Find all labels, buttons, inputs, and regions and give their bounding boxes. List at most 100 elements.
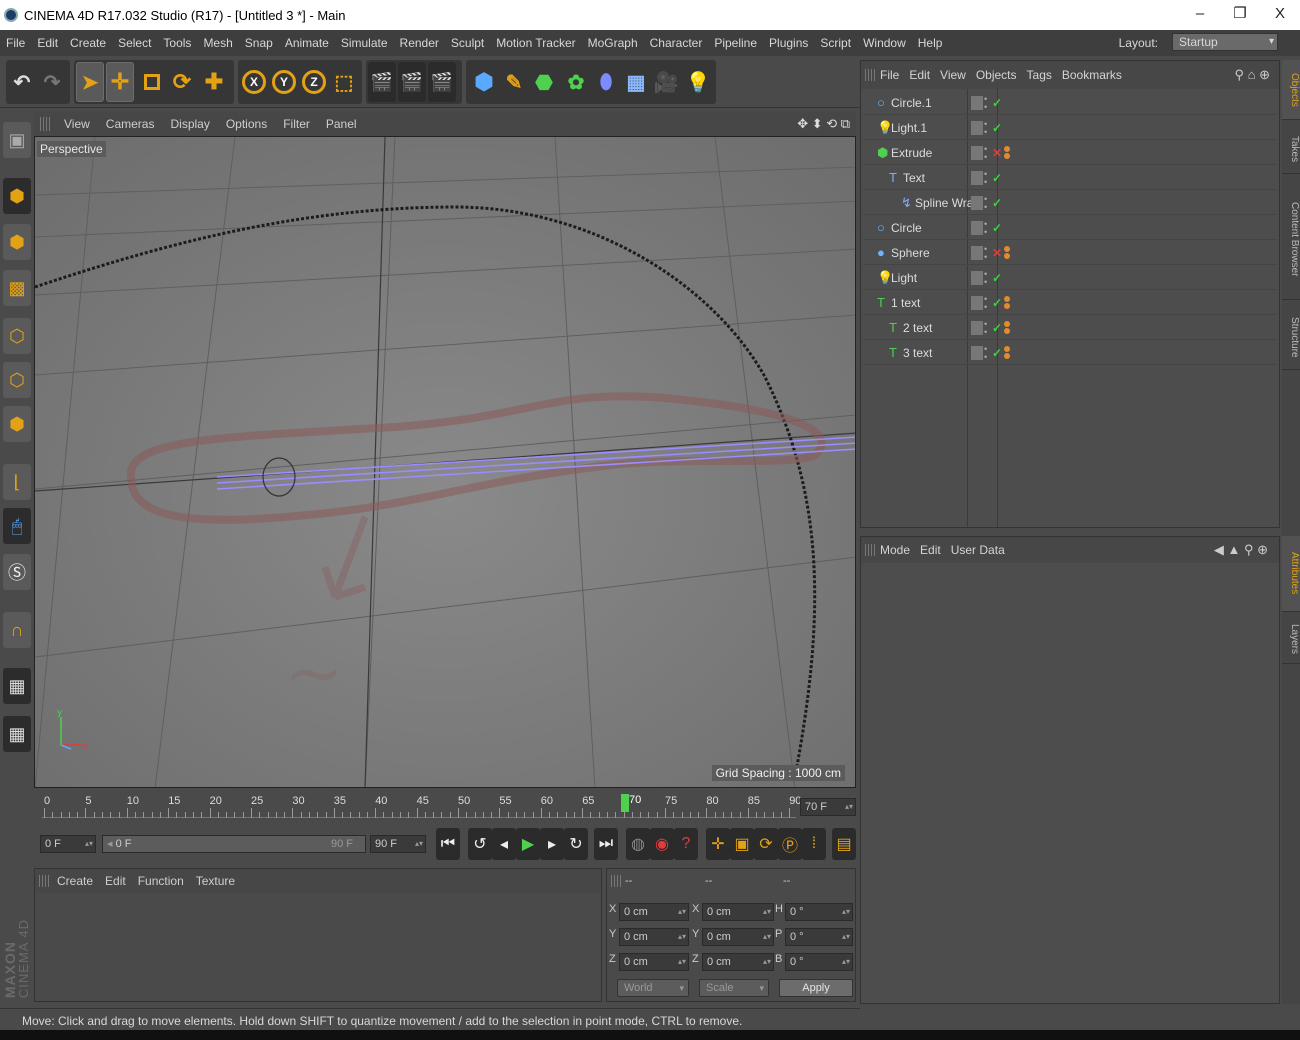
viewport-menu-display[interactable]: Display [162, 117, 217, 131]
rotation-b-field[interactable]: 0 ° ▴▾ [785, 953, 853, 971]
panel-drag-handle[interactable] [40, 117, 50, 131]
menu-create[interactable]: Create [64, 36, 112, 50]
menu-script[interactable]: Script [814, 36, 857, 50]
object-row[interactable]: T 3 text • • ✓ [863, 341, 1277, 365]
snap-enable-icon[interactable]: Ⓢ [3, 554, 31, 590]
next-key-icon[interactable]: ↻ [564, 828, 588, 860]
enable-toggle-icon[interactable]: ✕ [992, 246, 1002, 260]
panel-drag-handle[interactable] [865, 544, 875, 556]
scale-tool-icon[interactable] [138, 62, 166, 102]
restore-button[interactable]: ❐ [1230, 4, 1250, 24]
menu-edit[interactable]: Edit [31, 36, 64, 50]
menu-snap[interactable]: Snap [239, 36, 279, 50]
position-y-field[interactable]: 0 cm ▴▾ [619, 928, 689, 946]
objects-menu-objects[interactable]: Objects [971, 68, 1022, 82]
points-mode-icon[interactable]: ⬡ [3, 318, 31, 354]
enable-toggle-icon[interactable]: ✓ [992, 121, 1002, 135]
visibility-dots-icon[interactable]: • • [984, 194, 987, 211]
record-keys-icon[interactable]: ◍ [626, 828, 650, 860]
material-menu-edit[interactable]: Edit [99, 874, 132, 888]
cube-object-icon[interactable]: ⬢ [470, 62, 498, 102]
axis-mode-icon[interactable]: ⌊ [3, 464, 31, 500]
select-arrow-icon[interactable]: ➤ [76, 62, 104, 102]
visibility-dots-icon[interactable]: • • [984, 319, 987, 336]
coordinate-system-dropdown[interactable]: World ▾ [617, 979, 689, 997]
visibility-dots-icon[interactable]: • • [984, 169, 987, 186]
play-icon[interactable]: ▶ [516, 828, 540, 860]
go-to-end-icon[interactable]: ⏭ [594, 828, 618, 860]
object-row[interactable]: ● Sphere • • ✕ [863, 241, 1277, 265]
visibility-dots-icon[interactable]: • • [984, 119, 987, 136]
tab-content-browser[interactable]: Content Browser [1282, 180, 1300, 300]
enable-toggle-icon[interactable]: ✕ [992, 146, 1002, 160]
playhead[interactable] [621, 794, 629, 812]
previous-frame-icon[interactable]: ◂ [492, 828, 516, 860]
timeline-ruler[interactable]: 051015202530354045505560657075808590 70 … [34, 790, 856, 824]
floor-scene-icon[interactable]: ▦ [622, 62, 650, 102]
visibility-dots-icon[interactable]: • • [984, 269, 987, 286]
layout-select[interactable]: Startup [1172, 33, 1278, 51]
panel-drag-handle[interactable] [611, 875, 621, 887]
layer-swatch[interactable] [971, 346, 983, 360]
menu-tools[interactable]: Tools [157, 36, 197, 50]
material-menu-function[interactable]: Function [132, 874, 190, 888]
rotation-p-field[interactable]: 0 ° ▴▾ [785, 928, 853, 946]
menu-file[interactable]: File [0, 36, 31, 50]
object-row[interactable]: ↯ Spline Wrap • • ✓ [863, 191, 1277, 215]
menu-motion-tracker[interactable]: Motion Tracker [490, 36, 581, 50]
attributes-menu-mode[interactable]: Mode [875, 543, 915, 557]
pen-spline-icon[interactable]: ✎ [500, 62, 528, 102]
menu-mograph[interactable]: MoGraph [582, 36, 644, 50]
objects-search-icon[interactable]: ⚲ ⌂ ⊕ [1230, 67, 1276, 83]
phong-tag-icon[interactable] [1003, 245, 1011, 260]
size-x-field[interactable]: 0 cm ▴▾ [702, 903, 774, 921]
apply-button[interactable]: Apply [779, 979, 853, 997]
key-rotation-icon[interactable]: ⟳ [754, 828, 778, 860]
enable-toggle-icon[interactable]: ✓ [992, 96, 1002, 110]
menu-pipeline[interactable]: Pipeline [708, 36, 763, 50]
next-frame-icon[interactable]: ▸ [540, 828, 564, 860]
workplane-mode-icon[interactable]: ▩ [3, 270, 31, 306]
visibility-dots-icon[interactable]: • • [984, 144, 987, 161]
phong-tag-icon[interactable] [1003, 145, 1011, 160]
phong-tag-icon[interactable] [1003, 345, 1011, 360]
visibility-dots-icon[interactable]: • • [984, 244, 987, 261]
layer-swatch[interactable] [971, 146, 983, 160]
viewport-menu-cameras[interactable]: Cameras [98, 117, 163, 131]
subdivision-icon[interactable]: ⬣ [530, 62, 558, 102]
material-menu-texture[interactable]: Texture [190, 874, 241, 888]
move-tool-icon[interactable]: ✛ [106, 62, 134, 102]
tab-layers[interactable]: Layers [1282, 616, 1300, 664]
viewport-menu-filter[interactable]: Filter [275, 117, 318, 131]
camera-icon[interactable]: 🎥 [652, 62, 680, 102]
deformer-icon[interactable]: ⬮ [592, 62, 620, 102]
minimize-button[interactable]: – [1190, 4, 1210, 24]
coordinate-system-icon[interactable]: ⬚ [330, 62, 358, 102]
viewport-menu-panel[interactable]: Panel [318, 117, 365, 131]
rotation-h-field[interactable]: 0 ° ▴▾ [785, 903, 853, 921]
render-view-icon[interactable]: 🎬 [368, 62, 396, 102]
texture-mode-icon[interactable]: ⬢ [3, 224, 31, 260]
redo-icon[interactable]: ↷ [38, 62, 66, 102]
edges-mode-icon[interactable]: ⬡ [3, 362, 31, 398]
layer-swatch[interactable] [971, 221, 983, 235]
panel-drag-handle[interactable] [865, 69, 875, 81]
z-axis-lock-icon[interactable]: Z [300, 62, 328, 102]
timeline-window-icon[interactable]: ▤ [832, 828, 856, 860]
tab-objects[interactable]: Objects [1282, 60, 1300, 120]
previous-key-icon[interactable]: ↺ [468, 828, 492, 860]
menu-render[interactable]: Render [394, 36, 445, 50]
render-picture-viewer-icon[interactable]: 🎬 [398, 62, 426, 102]
position-x-field[interactable]: 0 cm ▴▾ [619, 903, 689, 921]
x-axis-lock-icon[interactable]: X [240, 62, 268, 102]
panel-drag-handle[interactable] [39, 875, 51, 887]
object-row[interactable]: T Text • • ✓ [863, 166, 1277, 190]
menu-simulate[interactable]: Simulate [335, 36, 394, 50]
menu-character[interactable]: Character [644, 36, 709, 50]
enable-toggle-icon[interactable]: ✓ [992, 221, 1002, 235]
frame-range-slider[interactable]: ◂ 0 F 90 F [102, 835, 366, 853]
current-frame-field[interactable]: 70 F ▴▾ [800, 798, 856, 816]
tab-attributes[interactable]: Attributes [1282, 536, 1300, 612]
object-row[interactable]: T 2 text • • ✓ [863, 316, 1277, 340]
layer-swatch[interactable] [971, 246, 983, 260]
